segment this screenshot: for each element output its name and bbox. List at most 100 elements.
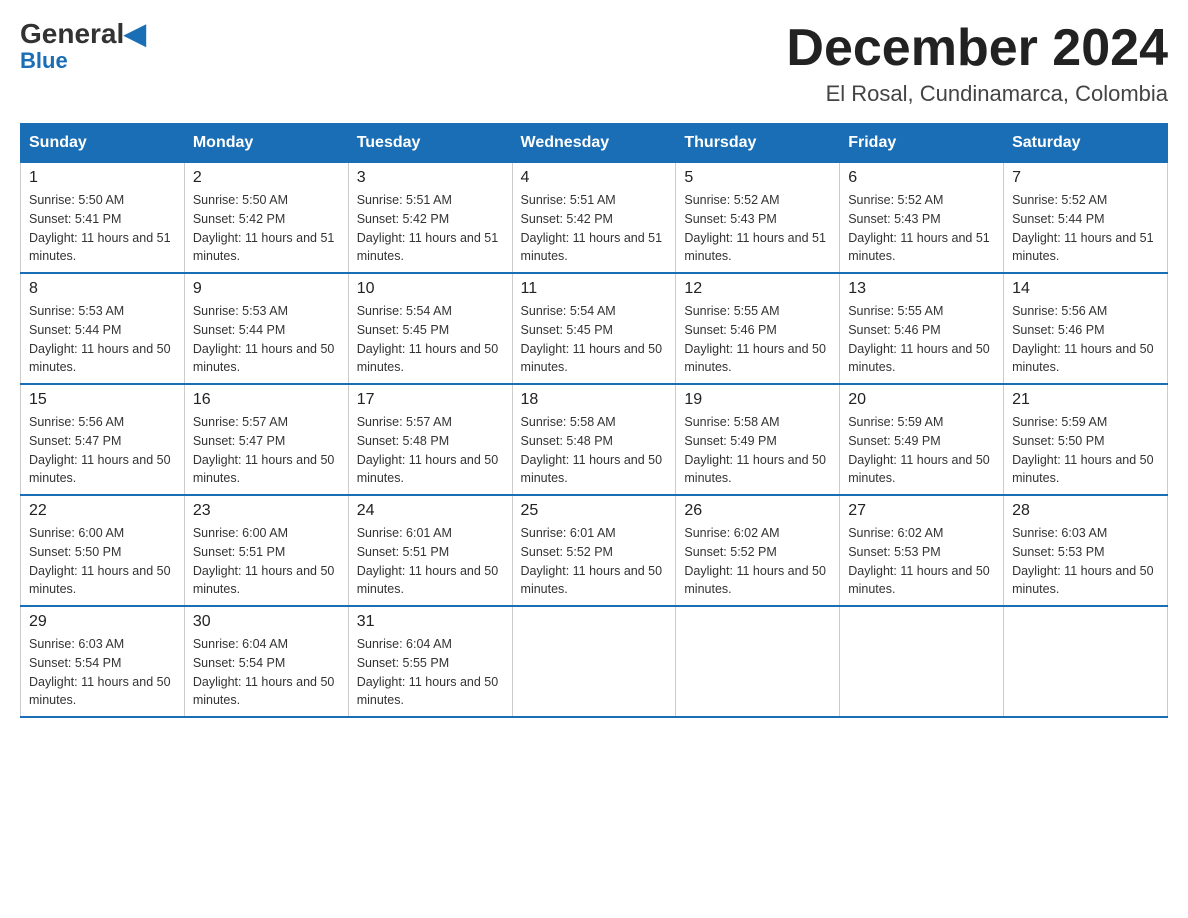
table-row: 1 Sunrise: 5:50 AMSunset: 5:41 PMDayligh… [21,163,185,274]
day-info: Sunrise: 5:51 AMSunset: 5:42 PMDaylight:… [357,191,504,266]
col-saturday: Saturday [1004,124,1168,163]
day-info: Sunrise: 5:52 AMSunset: 5:43 PMDaylight:… [684,191,831,266]
day-number: 31 [357,613,504,631]
day-info: Sunrise: 5:57 AMSunset: 5:48 PMDaylight:… [357,413,504,488]
table-row: 30 Sunrise: 6:04 AMSunset: 5:54 PMDaylig… [184,606,348,717]
table-row: 25 Sunrise: 6:01 AMSunset: 5:52 PMDaylig… [512,495,676,606]
calendar-header-row: Sunday Monday Tuesday Wednesday Thursday… [21,124,1168,163]
table-row: 19 Sunrise: 5:58 AMSunset: 5:49 PMDaylig… [676,384,840,495]
table-row: 10 Sunrise: 5:54 AMSunset: 5:45 PMDaylig… [348,273,512,384]
day-info: Sunrise: 6:04 AMSunset: 5:55 PMDaylight:… [357,635,504,710]
day-number: 26 [684,502,831,520]
day-number: 6 [848,169,995,187]
day-number: 22 [29,502,176,520]
day-info: Sunrise: 5:57 AMSunset: 5:47 PMDaylight:… [193,413,340,488]
table-row: 5 Sunrise: 5:52 AMSunset: 5:43 PMDayligh… [676,163,840,274]
day-info: Sunrise: 5:58 AMSunset: 5:48 PMDaylight:… [521,413,668,488]
day-number: 9 [193,280,340,298]
day-number: 30 [193,613,340,631]
table-row: 12 Sunrise: 5:55 AMSunset: 5:46 PMDaylig… [676,273,840,384]
day-number: 27 [848,502,995,520]
table-row: 26 Sunrise: 6:02 AMSunset: 5:52 PMDaylig… [676,495,840,606]
table-row: 18 Sunrise: 5:58 AMSunset: 5:48 PMDaylig… [512,384,676,495]
day-info: Sunrise: 5:50 AMSunset: 5:41 PMDaylight:… [29,191,176,266]
day-info: Sunrise: 5:51 AMSunset: 5:42 PMDaylight:… [521,191,668,266]
day-number: 29 [29,613,176,631]
col-sunday: Sunday [21,124,185,163]
table-row: 21 Sunrise: 5:59 AMSunset: 5:50 PMDaylig… [1004,384,1168,495]
day-number: 8 [29,280,176,298]
day-number: 23 [193,502,340,520]
day-info: Sunrise: 6:01 AMSunset: 5:52 PMDaylight:… [521,524,668,599]
logo-line1: General◀ [20,20,146,48]
day-info: Sunrise: 5:50 AMSunset: 5:42 PMDaylight:… [193,191,340,266]
day-number: 2 [193,169,340,187]
day-info: Sunrise: 5:55 AMSunset: 5:46 PMDaylight:… [684,302,831,377]
day-info: Sunrise: 5:54 AMSunset: 5:45 PMDaylight:… [357,302,504,377]
logo: General◀ Blue [20,20,146,74]
day-info: Sunrise: 5:56 AMSunset: 5:47 PMDaylight:… [29,413,176,488]
location-subtitle: El Rosal, Cundinamarca, Colombia [786,81,1168,107]
day-number: 19 [684,391,831,409]
day-info: Sunrise: 6:02 AMSunset: 5:52 PMDaylight:… [684,524,831,599]
day-number: 24 [357,502,504,520]
col-wednesday: Wednesday [512,124,676,163]
table-row: 27 Sunrise: 6:02 AMSunset: 5:53 PMDaylig… [840,495,1004,606]
col-thursday: Thursday [676,124,840,163]
table-row: 20 Sunrise: 5:59 AMSunset: 5:49 PMDaylig… [840,384,1004,495]
day-info: Sunrise: 6:03 AMSunset: 5:54 PMDaylight:… [29,635,176,710]
table-row: 6 Sunrise: 5:52 AMSunset: 5:43 PMDayligh… [840,163,1004,274]
table-row: 11 Sunrise: 5:54 AMSunset: 5:45 PMDaylig… [512,273,676,384]
calendar-week-row: 1 Sunrise: 5:50 AMSunset: 5:41 PMDayligh… [21,163,1168,274]
day-number: 25 [521,502,668,520]
table-row: 17 Sunrise: 5:57 AMSunset: 5:48 PMDaylig… [348,384,512,495]
day-number: 17 [357,391,504,409]
table-row [512,606,676,717]
day-number: 14 [1012,280,1159,298]
day-info: Sunrise: 5:58 AMSunset: 5:49 PMDaylight:… [684,413,831,488]
day-number: 28 [1012,502,1159,520]
table-row: 22 Sunrise: 6:00 AMSunset: 5:50 PMDaylig… [21,495,185,606]
table-row [840,606,1004,717]
day-number: 16 [193,391,340,409]
table-row: 13 Sunrise: 5:55 AMSunset: 5:46 PMDaylig… [840,273,1004,384]
table-row: 23 Sunrise: 6:00 AMSunset: 5:51 PMDaylig… [184,495,348,606]
table-row: 2 Sunrise: 5:50 AMSunset: 5:42 PMDayligh… [184,163,348,274]
day-info: Sunrise: 5:52 AMSunset: 5:44 PMDaylight:… [1012,191,1159,266]
calendar-week-row: 15 Sunrise: 5:56 AMSunset: 5:47 PMDaylig… [21,384,1168,495]
day-number: 1 [29,169,176,187]
table-row: 7 Sunrise: 5:52 AMSunset: 5:44 PMDayligh… [1004,163,1168,274]
day-info: Sunrise: 5:53 AMSunset: 5:44 PMDaylight:… [29,302,176,377]
col-tuesday: Tuesday [348,124,512,163]
day-number: 20 [848,391,995,409]
day-info: Sunrise: 5:54 AMSunset: 5:45 PMDaylight:… [521,302,668,377]
day-info: Sunrise: 6:04 AMSunset: 5:54 PMDaylight:… [193,635,340,710]
table-row: 8 Sunrise: 5:53 AMSunset: 5:44 PMDayligh… [21,273,185,384]
day-info: Sunrise: 5:56 AMSunset: 5:46 PMDaylight:… [1012,302,1159,377]
day-number: 10 [357,280,504,298]
page-header: General◀ Blue December 2024 El Rosal, Cu… [20,20,1168,107]
calendar-table: Sunday Monday Tuesday Wednesday Thursday… [20,123,1168,718]
table-row: 14 Sunrise: 5:56 AMSunset: 5:46 PMDaylig… [1004,273,1168,384]
day-number: 15 [29,391,176,409]
day-number: 3 [357,169,504,187]
col-friday: Friday [840,124,1004,163]
day-info: Sunrise: 6:01 AMSunset: 5:51 PMDaylight:… [357,524,504,599]
day-info: Sunrise: 6:02 AMSunset: 5:53 PMDaylight:… [848,524,995,599]
table-row: 29 Sunrise: 6:03 AMSunset: 5:54 PMDaylig… [21,606,185,717]
day-info: Sunrise: 6:00 AMSunset: 5:51 PMDaylight:… [193,524,340,599]
table-row: 24 Sunrise: 6:01 AMSunset: 5:51 PMDaylig… [348,495,512,606]
day-info: Sunrise: 5:55 AMSunset: 5:46 PMDaylight:… [848,302,995,377]
col-monday: Monday [184,124,348,163]
table-row: 3 Sunrise: 5:51 AMSunset: 5:42 PMDayligh… [348,163,512,274]
table-row [1004,606,1168,717]
table-row: 9 Sunrise: 5:53 AMSunset: 5:44 PMDayligh… [184,273,348,384]
table-row [676,606,840,717]
day-info: Sunrise: 5:59 AMSunset: 5:50 PMDaylight:… [1012,413,1159,488]
calendar-week-row: 29 Sunrise: 6:03 AMSunset: 5:54 PMDaylig… [21,606,1168,717]
day-number: 21 [1012,391,1159,409]
calendar-week-row: 22 Sunrise: 6:00 AMSunset: 5:50 PMDaylig… [21,495,1168,606]
table-row: 15 Sunrise: 5:56 AMSunset: 5:47 PMDaylig… [21,384,185,495]
day-info: Sunrise: 6:00 AMSunset: 5:50 PMDaylight:… [29,524,176,599]
day-info: Sunrise: 6:03 AMSunset: 5:53 PMDaylight:… [1012,524,1159,599]
